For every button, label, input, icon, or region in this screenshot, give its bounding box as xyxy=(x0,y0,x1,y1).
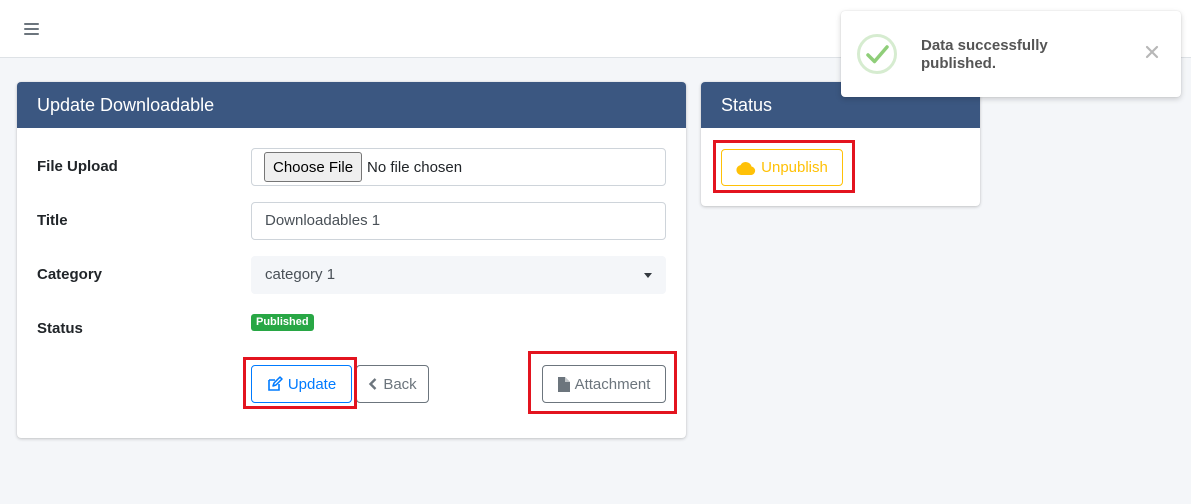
caret-down-icon xyxy=(644,273,652,278)
update-button[interactable]: Update xyxy=(251,365,352,403)
attachment-button[interactable]: Attachment xyxy=(542,365,666,403)
file-icon xyxy=(557,376,570,392)
update-button-label: Update xyxy=(287,375,337,393)
choose-file-button[interactable]: Choose File xyxy=(264,152,363,182)
attachment-button-label: Attachment xyxy=(574,375,651,393)
back-button-label: Back xyxy=(383,375,417,393)
status-card: Status Unpublish xyxy=(701,82,980,206)
update-downloadable-card: Update Downloadable File Upload Choose F… xyxy=(17,82,686,438)
category-label: Category xyxy=(37,266,103,283)
back-button[interactable]: Back xyxy=(356,365,429,403)
toast-message: Data successfully published. xyxy=(921,37,1048,72)
status-label: Status xyxy=(37,320,83,337)
category-selected-value: category 1 xyxy=(265,266,336,283)
unpublish-button-label: Unpublish xyxy=(761,159,828,176)
title-input[interactable]: Downloadables 1 xyxy=(251,202,666,240)
card-title: Update Downloadable xyxy=(17,82,686,128)
chevron-left-icon xyxy=(369,378,377,390)
file-upload-label: File Upload xyxy=(37,158,118,175)
unpublish-button[interactable]: Unpublish xyxy=(721,149,843,186)
hamburger-menu-icon[interactable] xyxy=(24,23,39,35)
close-icon[interactable] xyxy=(1145,45,1159,59)
edit-icon xyxy=(268,376,283,391)
title-label: Title xyxy=(37,212,68,229)
category-select[interactable]: category 1 xyxy=(251,256,666,294)
success-toast: Data successfully published. xyxy=(841,11,1181,97)
check-circle-icon xyxy=(857,34,897,74)
cloud-icon xyxy=(736,161,756,175)
status-badge: Published xyxy=(251,314,314,331)
file-upload-field: Choose File No file chosen xyxy=(251,148,666,186)
file-chosen-text: No file chosen xyxy=(367,158,463,176)
